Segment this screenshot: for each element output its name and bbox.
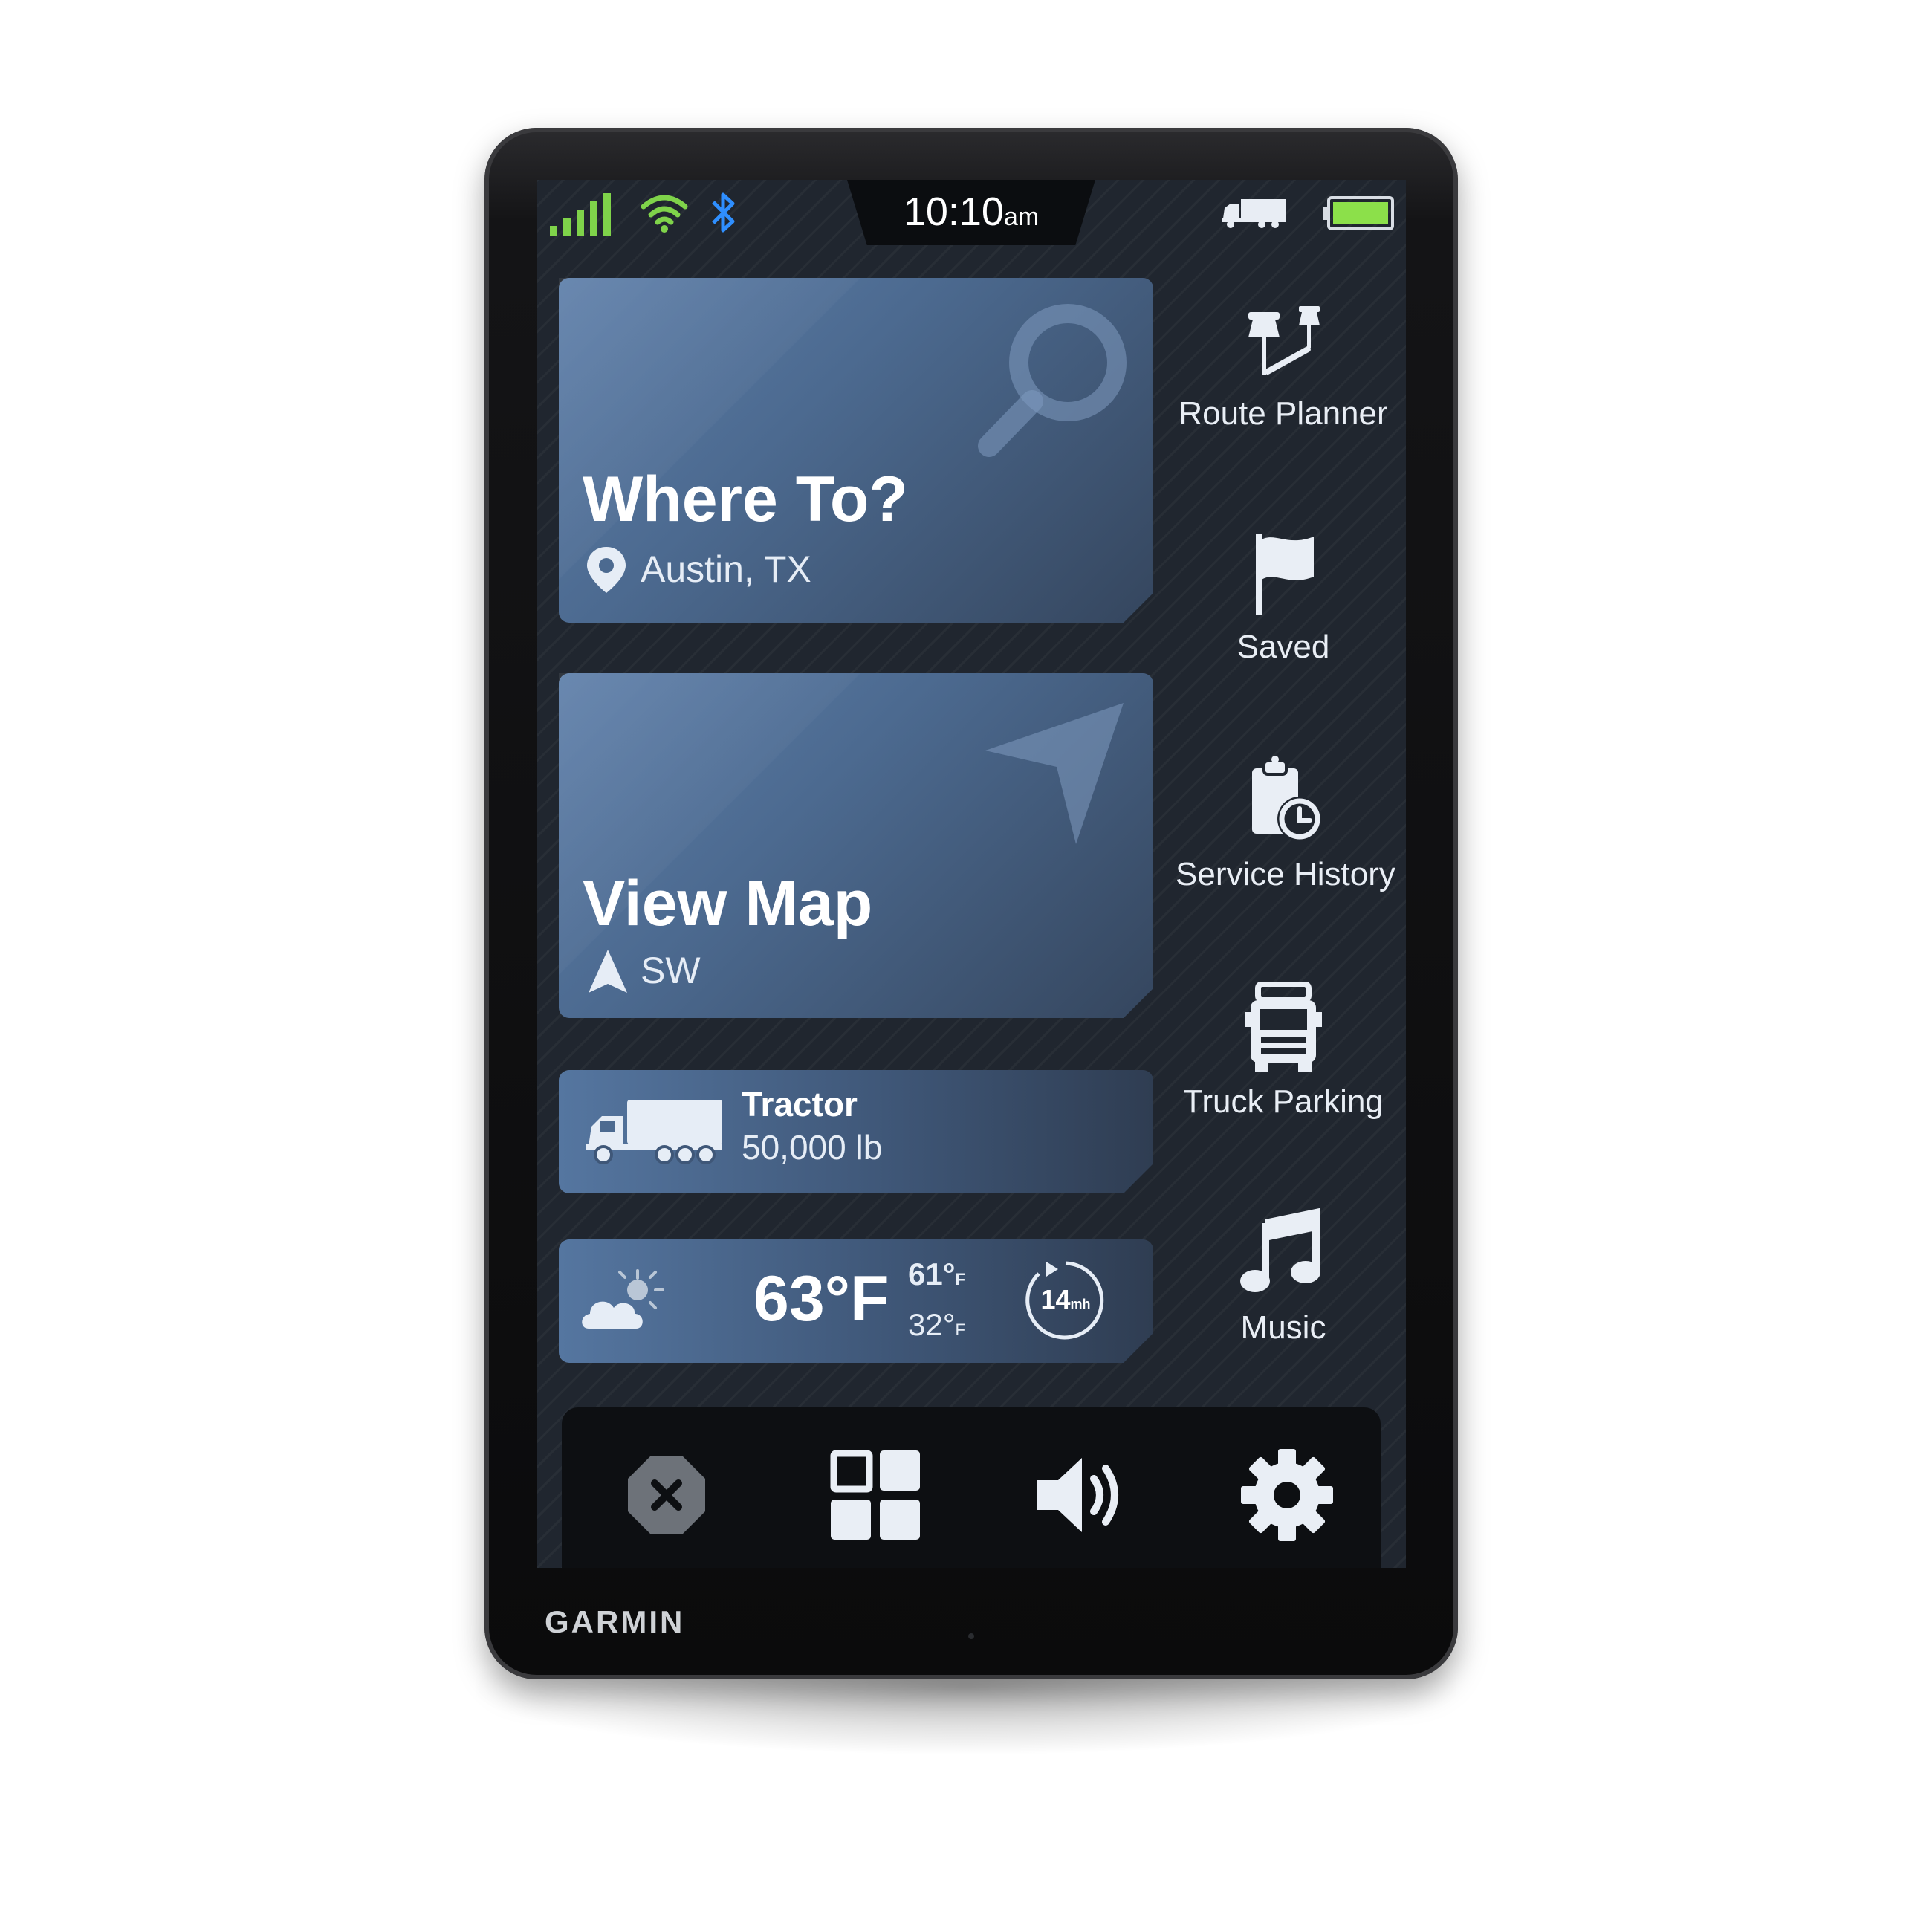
- cellular-signal-icon: [550, 193, 611, 236]
- high-temp-unit: F: [955, 1270, 965, 1288]
- settings-gear-icon[interactable]: [1235, 1443, 1339, 1547]
- vehicle-profile-card[interactable]: Tractor 50,000 lb: [559, 1070, 1153, 1193]
- where-to-title: Where To?: [583, 464, 908, 535]
- battery-icon: [1323, 196, 1394, 230]
- service-history-label: Service History: [1176, 856, 1395, 892]
- status-clock: 10:10am: [847, 187, 1095, 242]
- sidebar-item-music[interactable]: Music: [1176, 1208, 1391, 1346]
- bluetooth-icon: [712, 192, 735, 233]
- low-temperature: 32°F: [908, 1306, 965, 1349]
- navigation-arrow-icon: [975, 696, 1138, 852]
- partly-cloudy-icon: [578, 1268, 667, 1335]
- high-temp-value: 61°: [908, 1257, 956, 1291]
- route-planner-icon: [1248, 306, 1320, 375]
- view-map-card[interactable]: View Map SW: [559, 673, 1153, 1018]
- low-temp-unit: F: [955, 1320, 965, 1339]
- sidebar-item-route-planner[interactable]: Route Planner: [1176, 303, 1391, 432]
- sidebar-item-saved[interactable]: Saved: [1176, 529, 1391, 666]
- clock-time: 10:10: [903, 189, 1004, 234]
- saved-label: Saved: [1236, 629, 1330, 665]
- truck-parking-icon: [1245, 982, 1322, 1072]
- low-temp-value: 32°: [908, 1307, 956, 1342]
- volume-icon[interactable]: [1028, 1443, 1132, 1547]
- music-label: Music: [1240, 1309, 1326, 1346]
- apps-grid-icon[interactable]: [823, 1443, 927, 1547]
- where-to-location: Austin, TX: [641, 548, 811, 590]
- wind-speed-value: 14: [1040, 1284, 1071, 1315]
- weather-card[interactable]: 63°F 61°F 32°F 14mh: [559, 1239, 1153, 1363]
- clock-ampm: am: [1003, 203, 1040, 231]
- truck-mode-icon: [1222, 199, 1286, 228]
- search-icon: [971, 297, 1142, 468]
- location-pin-icon: [584, 544, 629, 596]
- route-planner-label: Route Planner: [1179, 395, 1388, 432]
- sidebar-item-truck-parking[interactable]: Truck Parking: [1176, 982, 1391, 1121]
- vehicle-weight: 50,000 lb: [742, 1128, 883, 1167]
- high-temperature: 61°F: [908, 1256, 965, 1298]
- wind-speed: 14mh: [1034, 1283, 1097, 1321]
- service-history-icon: [1252, 756, 1322, 841]
- stop-icon[interactable]: [615, 1443, 719, 1547]
- device-screen: 10:10am Where To? Austin, TX View Map SW…: [537, 180, 1406, 1568]
- current-temperature: 63°F: [753, 1263, 889, 1335]
- truck-parking-label: Truck Parking: [1183, 1083, 1384, 1120]
- device-sensor-dot: [968, 1633, 974, 1639]
- vehicle-name: Tractor: [742, 1085, 858, 1124]
- sidebar-item-service-history[interactable]: Service History: [1176, 755, 1395, 893]
- view-map-heading: SW: [641, 950, 701, 991]
- flag-icon: [1256, 534, 1314, 615]
- wifi-icon: [641, 195, 688, 233]
- heading-arrow-icon: [587, 948, 629, 994]
- garmin-logo: GARMIN: [545, 1604, 685, 1639]
- wind-speed-unit: mh: [1070, 1297, 1091, 1312]
- view-map-title: View Map: [583, 868, 873, 939]
- where-to-card[interactable]: Where To? Austin, TX: [559, 278, 1153, 623]
- music-note-icon: [1240, 1208, 1320, 1292]
- truck-icon: [584, 1097, 725, 1165]
